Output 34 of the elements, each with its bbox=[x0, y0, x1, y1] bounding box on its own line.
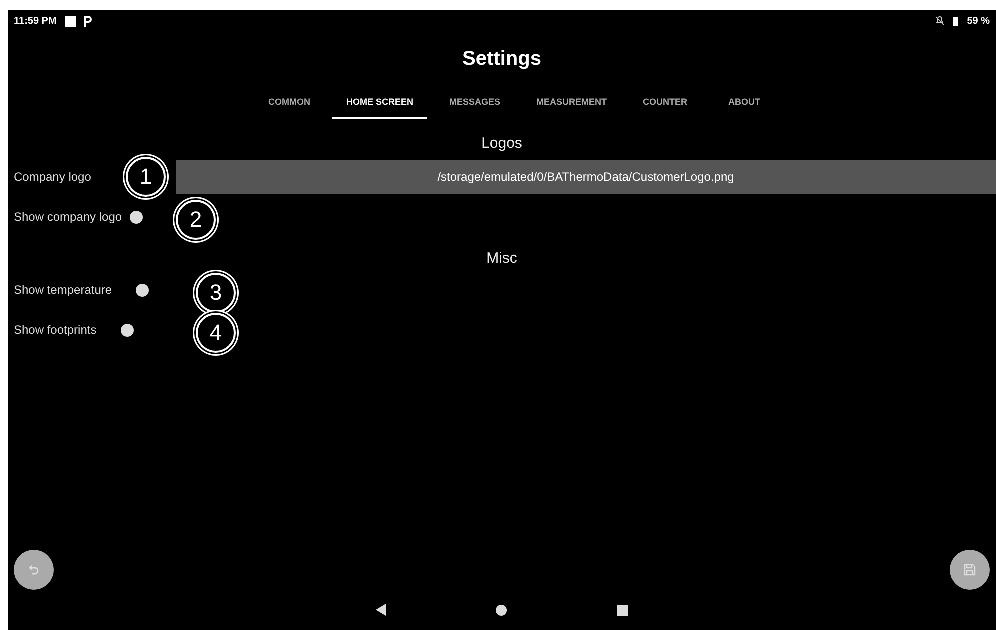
callout-number: 1 bbox=[126, 157, 166, 197]
toggle-switch[interactable] bbox=[120, 324, 134, 336]
setting-label: Company logo bbox=[13, 170, 92, 184]
setting-label: Show company logo bbox=[13, 210, 122, 224]
callout-number: 4 bbox=[196, 313, 236, 354]
battery-percent: 59 % bbox=[967, 16, 990, 26]
tab[interactable]: MEASUREMENT bbox=[522, 89, 622, 119]
back-icon[interactable] bbox=[376, 604, 386, 616]
tab[interactable]: COUNTER bbox=[629, 89, 702, 119]
tab[interactable]: MESSAGES bbox=[435, 89, 514, 119]
battery-icon bbox=[953, 16, 960, 26]
square-icon bbox=[64, 16, 76, 26]
callout-number: 2 bbox=[176, 200, 216, 240]
save-icon bbox=[964, 564, 976, 576]
callout-number: 3 bbox=[196, 273, 236, 314]
path-field[interactable]: /storage/emulated/0/BAThermoData/CustomerLogo.png bbox=[176, 160, 996, 194]
page-title: Settings bbox=[462, 48, 542, 71]
toggle-switch[interactable] bbox=[130, 210, 144, 224]
p-icon bbox=[84, 16, 92, 26]
section-heading: Misc bbox=[486, 250, 518, 267]
setting-label: Show temperature bbox=[13, 283, 112, 297]
undo-button[interactable] bbox=[14, 550, 54, 590]
tab[interactable]: ABOUT bbox=[710, 89, 780, 119]
undo-icon bbox=[28, 564, 40, 576]
clock-time: 11:59 PM bbox=[14, 16, 57, 26]
recents-icon[interactable] bbox=[617, 604, 628, 616]
tab[interactable]: COMMON bbox=[254, 89, 324, 119]
save-button[interactable] bbox=[950, 550, 990, 590]
toggle-switch[interactable] bbox=[136, 284, 150, 296]
tab[interactable]: HOME SCREEN bbox=[332, 89, 428, 119]
setting-label: Show footprints bbox=[13, 323, 97, 337]
muted-bell-icon bbox=[935, 16, 946, 26]
section-heading: Logos bbox=[480, 135, 524, 152]
home-icon[interactable] bbox=[496, 604, 507, 616]
